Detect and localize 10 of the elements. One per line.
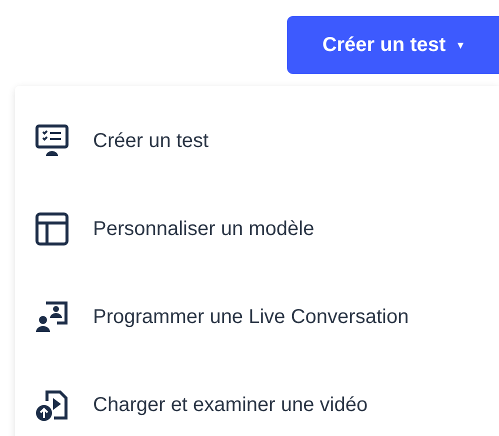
caret-icon: ▾ [458,36,464,54]
video-upload-icon [35,388,69,422]
create-test-button[interactable]: Créer un test ▾ [287,16,499,74]
menu-item[interactable]: Charger et examiner une vidéo [15,361,499,436]
monitor-checklist-icon [35,124,69,158]
menu-item[interactable]: Créer un test [15,97,499,185]
menu-item[interactable]: Personnaliser un modèle [15,185,499,273]
layout-icon [35,212,69,246]
presenter-icon [35,300,69,334]
menu-item[interactable]: Programmer une Live Conversation [15,273,499,361]
